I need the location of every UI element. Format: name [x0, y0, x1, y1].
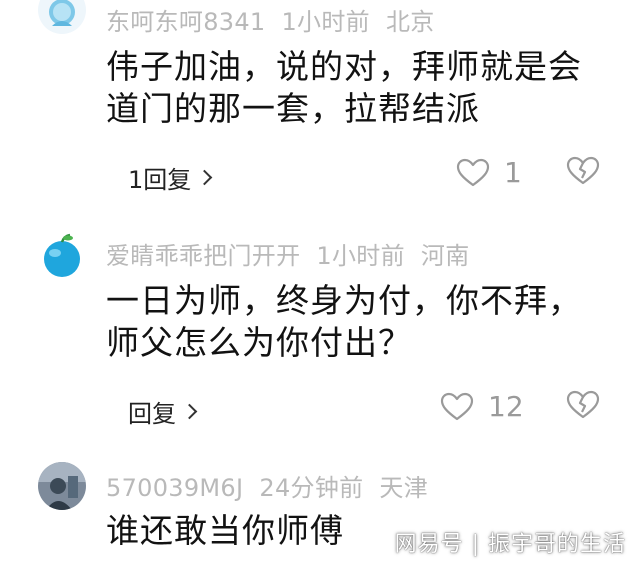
comment-time: 1小时前: [281, 8, 370, 36]
dislike-button[interactable]: [566, 156, 600, 190]
broken-heart-icon: [566, 156, 600, 185]
avatar[interactable]: [38, 462, 86, 510]
avatar-image: [38, 0, 86, 34]
comment-item: 东呵东呵8341 1小时前 北京 伟子加油，说的对，拜师就是会道门的那一套，拉帮结派…: [0, 0, 640, 210]
like-button[interactable]: 1: [456, 156, 522, 189]
chevron-right-icon: [197, 169, 213, 186]
comment-meta: 570039M6J 24分钟前 天津: [106, 468, 444, 503]
comment-meta: 爱睛乖乖把门开开 1小时前 河南: [106, 236, 486, 271]
reply-label: 回复: [128, 400, 176, 428]
comment-time: 24分钟前: [259, 474, 364, 502]
reply-button[interactable]: 回复: [128, 394, 198, 429]
comment-location: 北京: [385, 8, 435, 36]
broken-heart-icon: [566, 390, 600, 419]
comment-location: 河南: [420, 242, 470, 270]
comment-text: 伟子加油，说的对，拜师就是会道门的那一套，拉帮结派: [106, 47, 582, 128]
username[interactable]: 东呵东呵8341: [106, 8, 265, 36]
heart-outline-icon: [456, 158, 490, 186]
like-count: 1: [504, 156, 522, 189]
reply-label: 1回复: [128, 166, 192, 194]
heart-outline-icon: [440, 392, 474, 420]
dislike-button[interactable]: [566, 390, 600, 424]
avatar-image: [38, 232, 86, 280]
avatar-image: [38, 462, 86, 510]
comment-time: 1小时前: [316, 242, 405, 270]
comment-meta: 东呵东呵8341 1小时前 北京: [106, 2, 451, 37]
comment-text: 一日为师，终身为付，你不拜，师父怎么为你付出？: [106, 281, 582, 362]
reply-button[interactable]: 1回复: [128, 160, 213, 195]
username[interactable]: 570039M6J: [106, 474, 243, 502]
username[interactable]: 爱睛乖乖把门开开: [106, 242, 300, 270]
chevron-right-icon: [181, 403, 198, 420]
like-button[interactable]: 12: [440, 390, 524, 423]
avatar[interactable]: [38, 0, 86, 34]
avatar[interactable]: [38, 232, 86, 280]
like-count: 12: [488, 390, 524, 423]
comment-item: 爱睛乖乖把门开开 1小时前 河南 一日为师，终身为付，你不拜，师父怎么为你付出？ 回…: [0, 228, 640, 443]
comment-location: 天津: [379, 474, 429, 502]
watermark: 网易号 | 振宇哥的生活: [394, 532, 626, 557]
